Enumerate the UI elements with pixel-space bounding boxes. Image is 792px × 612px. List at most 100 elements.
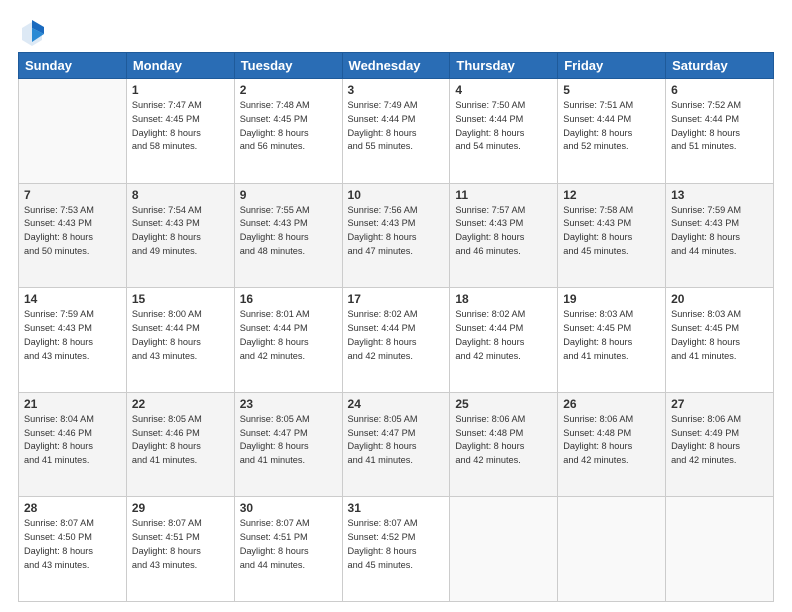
header: [18, 18, 774, 46]
day-info: Sunrise: 7:59 AMSunset: 4:43 PMDaylight:…: [24, 308, 121, 363]
day-info: Sunrise: 8:07 AMSunset: 4:52 PMDaylight:…: [348, 517, 445, 572]
calendar-cell: 16 Sunrise: 8:01 AMSunset: 4:44 PMDayligh…: [234, 288, 342, 393]
calendar-cell: 19 Sunrise: 8:03 AMSunset: 4:45 PMDayligh…: [558, 288, 666, 393]
day-number: 21: [24, 397, 121, 411]
day-number: 10: [348, 188, 445, 202]
day-info: Sunrise: 8:02 AMSunset: 4:44 PMDaylight:…: [455, 308, 552, 363]
calendar-cell: 14 Sunrise: 7:59 AMSunset: 4:43 PMDayligh…: [19, 288, 127, 393]
calendar-cell: 26Sunrise: 8:06 AMSunset: 4:48 PMDayligh…: [558, 392, 666, 497]
calendar-table: SundayMondayTuesdayWednesdayThursdayFrid…: [18, 52, 774, 602]
day-info: Sunrise: 7:54 AMSunset: 4:43 PMDaylight:…: [132, 204, 229, 259]
day-info: Sunrise: 7:49 AMSunset: 4:44 PMDaylight:…: [348, 99, 445, 154]
calendar-week-row: 14 Sunrise: 7:59 AMSunset: 4:43 PMDayligh…: [19, 288, 774, 393]
calendar-week-row: 28 Sunrise: 8:07 AMSunset: 4:50 PMDayligh…: [19, 497, 774, 602]
day-number: 5: [563, 83, 660, 97]
day-info: Sunrise: 8:02 AMSunset: 4:44 PMDaylight:…: [348, 308, 445, 363]
calendar-header-row: SundayMondayTuesdayWednesdayThursdayFrid…: [19, 53, 774, 79]
day-number: 1: [132, 83, 229, 97]
calendar-cell: 30Sunrise: 8:07 AMSunset: 4:51 PMDayligh…: [234, 497, 342, 602]
day-info: Sunrise: 8:06 AMSunset: 4:48 PMDaylight:…: [455, 413, 552, 468]
day-info: Sunrise: 8:05 AMSunset: 4:47 PMDaylight:…: [348, 413, 445, 468]
calendar-cell: 2 Sunrise: 7:48 AMSunset: 4:45 PMDaylight…: [234, 79, 342, 184]
day-info: Sunrise: 7:59 AMSunset: 4:43 PMDaylight:…: [671, 204, 768, 259]
logo: [18, 18, 50, 46]
day-number: 18: [455, 292, 552, 306]
calendar-cell: 11Sunrise: 7:57 AMSunset: 4:43 PMDayligh…: [450, 183, 558, 288]
day-number: 29: [132, 501, 229, 515]
day-number: 11: [455, 188, 552, 202]
day-number: 9: [240, 188, 337, 202]
day-number: 13: [671, 188, 768, 202]
day-number: 27: [671, 397, 768, 411]
calendar-cell: [19, 79, 127, 184]
day-info: Sunrise: 7:47 AMSunset: 4:45 PMDaylight:…: [132, 99, 229, 154]
calendar-cell: [666, 497, 774, 602]
day-info: Sunrise: 8:01 AMSunset: 4:44 PMDaylight:…: [240, 308, 337, 363]
calendar-cell: 17 Sunrise: 8:02 AMSunset: 4:44 PMDayligh…: [342, 288, 450, 393]
calendar-cell: 3 Sunrise: 7:49 AMSunset: 4:44 PMDaylight…: [342, 79, 450, 184]
logo-icon: [18, 18, 46, 46]
day-info: Sunrise: 8:06 AMSunset: 4:49 PMDaylight:…: [671, 413, 768, 468]
calendar-cell: 23 Sunrise: 8:05 AMSunset: 4:47 PMDayligh…: [234, 392, 342, 497]
day-number: 24: [348, 397, 445, 411]
calendar-week-row: 21 Sunrise: 8:04 AMSunset: 4:46 PMDayligh…: [19, 392, 774, 497]
calendar-cell: 4 Sunrise: 7:50 AMSunset: 4:44 PMDaylight…: [450, 79, 558, 184]
day-number: 8: [132, 188, 229, 202]
calendar-cell: 5 Sunrise: 7:51 AMSunset: 4:44 PMDaylight…: [558, 79, 666, 184]
calendar-cell: 1 Sunrise: 7:47 AMSunset: 4:45 PMDaylight…: [126, 79, 234, 184]
calendar-cell: 20Sunrise: 8:03 AMSunset: 4:45 PMDayligh…: [666, 288, 774, 393]
day-info: Sunrise: 7:52 AMSunset: 4:44 PMDaylight:…: [671, 99, 768, 154]
day-info: Sunrise: 7:50 AMSunset: 4:44 PMDaylight:…: [455, 99, 552, 154]
calendar-cell: [558, 497, 666, 602]
calendar-cell: 12Sunrise: 7:58 AMSunset: 4:43 PMDayligh…: [558, 183, 666, 288]
calendar-header-wednesday: Wednesday: [342, 53, 450, 79]
day-number: 14: [24, 292, 121, 306]
calendar-cell: 24 Sunrise: 8:05 AMSunset: 4:47 PMDayligh…: [342, 392, 450, 497]
day-info: Sunrise: 8:05 AMSunset: 4:47 PMDaylight:…: [240, 413, 337, 468]
calendar-cell: 10 Sunrise: 7:56 AMSunset: 4:43 PMDayligh…: [342, 183, 450, 288]
calendar-header-thursday: Thursday: [450, 53, 558, 79]
calendar-cell: 31 Sunrise: 8:07 AMSunset: 4:52 PMDayligh…: [342, 497, 450, 602]
day-number: 19: [563, 292, 660, 306]
day-info: Sunrise: 8:07 AMSunset: 4:50 PMDaylight:…: [24, 517, 121, 572]
day-info: Sunrise: 8:04 AMSunset: 4:46 PMDaylight:…: [24, 413, 121, 468]
day-number: 2: [240, 83, 337, 97]
calendar-cell: 9Sunrise: 7:55 AMSunset: 4:43 PMDaylight…: [234, 183, 342, 288]
calendar-header-friday: Friday: [558, 53, 666, 79]
day-info: Sunrise: 7:53 AMSunset: 4:43 PMDaylight:…: [24, 204, 121, 259]
day-info: Sunrise: 8:05 AMSunset: 4:46 PMDaylight:…: [132, 413, 229, 468]
day-info: Sunrise: 8:00 AMSunset: 4:44 PMDaylight:…: [132, 308, 229, 363]
day-number: 4: [455, 83, 552, 97]
calendar-cell: 7 Sunrise: 7:53 AMSunset: 4:43 PMDaylight…: [19, 183, 127, 288]
day-number: 17: [348, 292, 445, 306]
calendar-cell: 28 Sunrise: 8:07 AMSunset: 4:50 PMDayligh…: [19, 497, 127, 602]
day-number: 7: [24, 188, 121, 202]
day-number: 6: [671, 83, 768, 97]
calendar-cell: 21 Sunrise: 8:04 AMSunset: 4:46 PMDayligh…: [19, 392, 127, 497]
day-info: Sunrise: 7:51 AMSunset: 4:44 PMDaylight:…: [563, 99, 660, 154]
day-number: 23: [240, 397, 337, 411]
day-info: Sunrise: 7:48 AMSunset: 4:45 PMDaylight:…: [240, 99, 337, 154]
day-info: Sunrise: 8:06 AMSunset: 4:48 PMDaylight:…: [563, 413, 660, 468]
day-info: Sunrise: 7:56 AMSunset: 4:43 PMDaylight:…: [348, 204, 445, 259]
day-info: Sunrise: 8:03 AMSunset: 4:45 PMDaylight:…: [671, 308, 768, 363]
day-number: 22: [132, 397, 229, 411]
calendar-cell: 8 Sunrise: 7:54 AMSunset: 4:43 PMDaylight…: [126, 183, 234, 288]
calendar-cell: 13 Sunrise: 7:59 AMSunset: 4:43 PMDayligh…: [666, 183, 774, 288]
calendar-header-tuesday: Tuesday: [234, 53, 342, 79]
calendar-cell: 22 Sunrise: 8:05 AMSunset: 4:46 PMDayligh…: [126, 392, 234, 497]
day-info: Sunrise: 8:03 AMSunset: 4:45 PMDaylight:…: [563, 308, 660, 363]
day-number: 3: [348, 83, 445, 97]
day-info: Sunrise: 8:07 AMSunset: 4:51 PMDaylight:…: [240, 517, 337, 572]
day-number: 28: [24, 501, 121, 515]
day-number: 12: [563, 188, 660, 202]
calendar-cell: 18 Sunrise: 8:02 AMSunset: 4:44 PMDayligh…: [450, 288, 558, 393]
calendar-cell: 27 Sunrise: 8:06 AMSunset: 4:49 PMDayligh…: [666, 392, 774, 497]
calendar-week-row: 7 Sunrise: 7:53 AMSunset: 4:43 PMDaylight…: [19, 183, 774, 288]
day-number: 16: [240, 292, 337, 306]
day-number: 31: [348, 501, 445, 515]
calendar-cell: 25 Sunrise: 8:06 AMSunset: 4:48 PMDayligh…: [450, 392, 558, 497]
calendar-cell: 29 Sunrise: 8:07 AMSunset: 4:51 PMDayligh…: [126, 497, 234, 602]
day-info: Sunrise: 8:07 AMSunset: 4:51 PMDaylight:…: [132, 517, 229, 572]
day-number: 25: [455, 397, 552, 411]
